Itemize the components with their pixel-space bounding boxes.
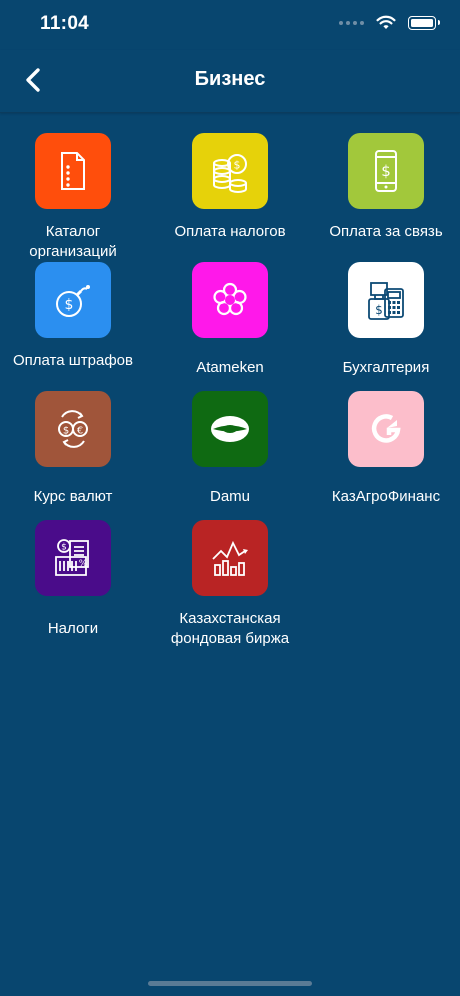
status-time: 11:04 [40, 13, 90, 34]
tile-label: Оплата за связь [329, 223, 443, 240]
tile-icon-box [192, 391, 268, 467]
damu-logo-icon [211, 416, 249, 442]
tile-communication-payment[interactable]: $ Оплата за связь [316, 133, 456, 242]
wifi-icon [376, 15, 396, 29]
tile-accounting[interactable]: $ Бухгалтерия [316, 262, 456, 378]
svg-text:$: $ [381, 162, 391, 180]
tile-label: Налоги [47, 620, 99, 637]
tile-label: Курс валют [33, 488, 113, 505]
kazagrofinance-logo-icon [371, 414, 401, 443]
tax-documents-icon: $ % [55, 539, 89, 576]
tile-icon-box [348, 391, 424, 467]
tile-label: Damu [209, 488, 250, 505]
svg-text:$: $ [61, 543, 67, 553]
coins-icon: $ [213, 154, 247, 193]
tile-icon-box [35, 133, 111, 209]
tile-kazagrofinance[interactable]: КазАгроФинанс [316, 391, 456, 507]
tile-fines-payment[interactable]: $ Оплата штрафов [3, 262, 143, 371]
svg-text:€: € [77, 426, 83, 437]
tile-tax-payment[interactable]: $ Оплата налогов [160, 133, 300, 242]
tile-label: КазАгроФинанс [331, 488, 441, 505]
tile-icon-box: $ [192, 133, 268, 209]
tile-icon-box: $ [348, 262, 424, 338]
page-title: Бизнес [194, 68, 266, 90]
tile-icon-box: $ € [35, 391, 111, 467]
tile-label: Казахстанская фондовая биржа [170, 610, 290, 647]
svg-text:$: $ [234, 159, 241, 172]
tile-label: Atameken [196, 359, 264, 376]
tile-label: Каталог организаций [29, 223, 117, 260]
navigation-bar: Бизнес [0, 50, 460, 113]
accounting-calculator-icon: $ [368, 282, 404, 320]
currency-exchange-icon: $ € [58, 410, 88, 448]
tile-icon-box [192, 262, 268, 338]
dollar-bomb-icon: $ [56, 285, 90, 317]
tile-label: Бухгалтерия [342, 359, 430, 376]
smartphone-dollar-icon: $ [375, 150, 397, 192]
cellular-signal-icon [339, 20, 364, 25]
tile-currency-rates[interactable]: $ € Курс валют [3, 391, 143, 507]
svg-text:$: $ [65, 297, 74, 313]
tile-damu[interactable]: Damu [160, 391, 300, 507]
tile-taxes[interactable]: $ % Налоги [3, 520, 143, 639]
status-icons [339, 15, 440, 30]
tile-label: Оплата налогов [174, 223, 286, 240]
svg-text:$: $ [63, 426, 69, 437]
tile-atameken[interactable]: Atameken [160, 262, 300, 378]
tile-icon-box: $ [348, 133, 424, 209]
svg-text:$: $ [375, 303, 383, 317]
tile-icon-box [192, 520, 268, 596]
svg-text:%: % [79, 559, 88, 569]
tile-icon-box: $ [35, 262, 111, 338]
tile-label: Оплата штрафов [12, 352, 133, 369]
stock-chart-icon [212, 540, 248, 576]
tile-icon-box: $ % [35, 520, 111, 596]
status-bar: 11:04 [0, 0, 460, 50]
atameken-logo-icon [213, 282, 247, 316]
tile-catalog-organizations[interactable]: Каталог организаций [3, 133, 143, 261]
home-indicator[interactable] [148, 981, 312, 986]
battery-icon [408, 15, 440, 30]
document-list-icon [61, 152, 85, 190]
tile-kazakhstan-stock-exchange[interactable]: Казахстанская фондовая биржа [160, 520, 300, 648]
